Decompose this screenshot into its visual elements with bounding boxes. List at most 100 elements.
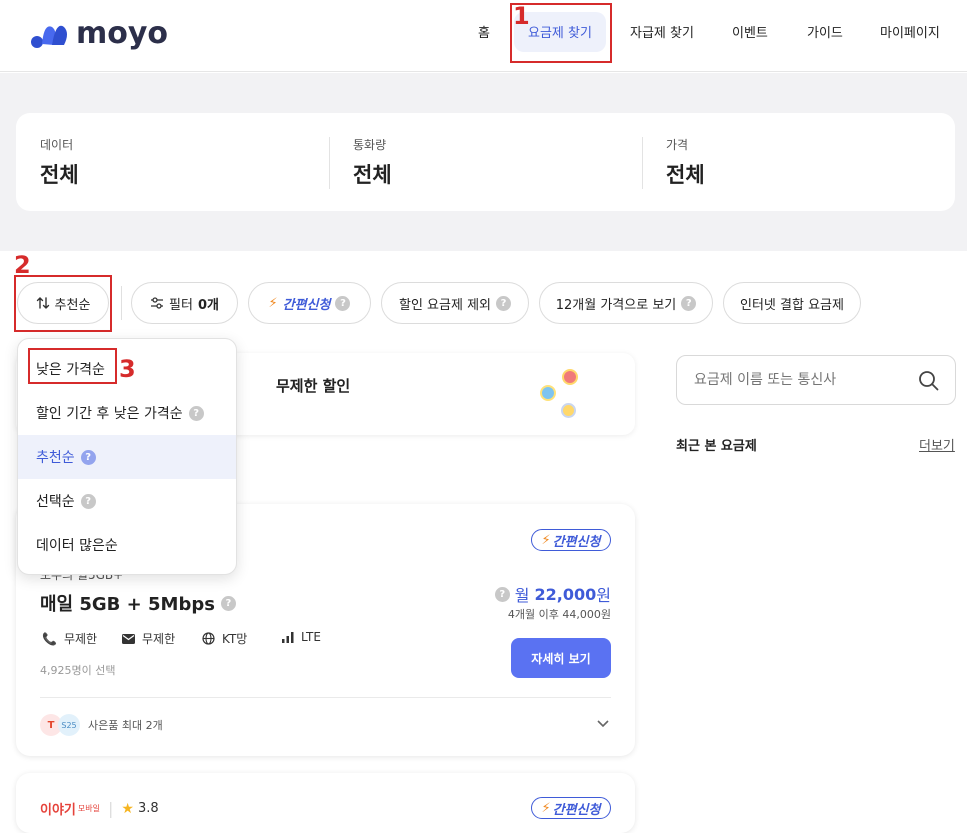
sort-option-label: 데이터 많은순 bbox=[36, 538, 118, 554]
price-value: 22,000 bbox=[534, 584, 597, 604]
data-filter-value: 전체 bbox=[40, 163, 79, 187]
chosen-count: 4,925명이 선택 bbox=[40, 664, 116, 677]
sort-option-label: 선택순 bbox=[36, 494, 75, 510]
spec-type: LTE bbox=[282, 630, 321, 644]
help-icon[interactable]: ? bbox=[335, 295, 351, 311]
carrier-logo-icon bbox=[562, 369, 578, 385]
nav-home[interactable]: 홈 bbox=[478, 22, 490, 41]
spec-sms: 무제한 bbox=[122, 630, 175, 647]
price-prefix: 월 bbox=[514, 586, 530, 605]
banner-text: 무제한 할인 bbox=[276, 377, 351, 395]
spec-network: KT망 bbox=[202, 630, 247, 647]
sort-option-label: 할인 기간 후 낮은 가격순 bbox=[36, 406, 183, 422]
internet-bundle-label: 인터넷 결합 요금제 bbox=[740, 297, 844, 313]
filter-count: 0개 bbox=[197, 297, 219, 313]
gift-text: 사은품 최대 2개 bbox=[88, 719, 163, 732]
star-icon: ★ bbox=[121, 800, 134, 817]
spec-network-value: KT망 bbox=[222, 632, 248, 646]
search-icon[interactable] bbox=[918, 370, 939, 391]
annotation-label-1: 1 bbox=[513, 2, 530, 30]
chevron-down-icon[interactable] bbox=[596, 719, 610, 729]
after-discount-price: 4개월 이후 44,000원 bbox=[507, 608, 611, 621]
signal-bars-icon bbox=[282, 632, 294, 643]
annotation-box-3 bbox=[28, 348, 117, 384]
twelve-month-chip[interactable]: 12개월 가격으로 보기 ? bbox=[539, 282, 713, 324]
easy-apply-badge: ⚡ 간편신청 bbox=[531, 529, 611, 551]
card-divider bbox=[40, 697, 611, 698]
sort-option-recommended[interactable]: 추천순 ? bbox=[18, 435, 236, 479]
sort-option-most-data[interactable]: 데이터 많은순 bbox=[18, 523, 236, 567]
price-filter-label: 가격 bbox=[666, 138, 689, 152]
nav-event[interactable]: 이벤트 bbox=[732, 22, 768, 41]
carrier-name: 이야기 bbox=[40, 803, 76, 818]
help-icon[interactable]: ? bbox=[188, 405, 204, 421]
price-unit: 원 bbox=[596, 586, 611, 605]
carrier-info: 이야기 모바일 | ★ 3.8 bbox=[40, 799, 159, 818]
talk-filter[interactable]: 통화량 전체 bbox=[353, 136, 392, 189]
easy-apply-label: 간편신청 bbox=[282, 297, 331, 313]
carrier-suffix: 모바일 bbox=[77, 804, 100, 813]
top-header: moyo 홈 요금제 찾기 자급제 찾기 이벤트 가이드 마이페이지 bbox=[0, 0, 967, 72]
filter-sliders-icon bbox=[151, 297, 164, 309]
help-icon[interactable]: ? bbox=[496, 295, 511, 311]
sort-option-most-chosen[interactable]: 선택순 ? bbox=[18, 479, 236, 523]
plan-card[interactable]: 이야기 모바일 | ★ 3.8 ⚡ 간편신청 bbox=[16, 773, 635, 833]
talk-filter-label: 통화량 bbox=[353, 138, 387, 152]
detail-button[interactable]: 자세히 보기 bbox=[511, 638, 611, 678]
annotation-label-3: 3 bbox=[119, 355, 136, 383]
phone-icon: 📞 bbox=[42, 631, 57, 646]
price-filter[interactable]: 가격 전체 bbox=[666, 136, 705, 189]
globe-icon bbox=[202, 632, 215, 645]
plan-search-box[interactable] bbox=[676, 355, 956, 405]
filter-divider bbox=[329, 137, 330, 189]
monthly-price: ? 월 22,000 원 bbox=[494, 582, 611, 606]
spec-sms-value: 무제한 bbox=[142, 632, 176, 646]
chip-divider bbox=[121, 286, 122, 320]
logo[interactable]: moyo bbox=[30, 16, 168, 51]
gift-row[interactable]: T S25 사은품 최대 2개 bbox=[40, 714, 163, 736]
nav-find-unlocked[interactable]: 자급제 찾기 bbox=[630, 22, 694, 41]
help-icon[interactable]: ? bbox=[80, 493, 96, 509]
plan-name: 매일 5GB + 5Mbps ? bbox=[40, 590, 236, 616]
nav-guide[interactable]: 가이드 bbox=[807, 22, 843, 41]
carrier-rating: 3.8 bbox=[137, 801, 159, 816]
twelve-month-label: 12개월 가격으로 보기 bbox=[555, 297, 677, 313]
sort-option-label: 추천순 bbox=[36, 450, 75, 466]
search-input[interactable] bbox=[677, 356, 917, 404]
price-filter-value: 전체 bbox=[666, 163, 705, 187]
help-icon[interactable]: ? bbox=[220, 595, 236, 611]
lightning-icon: ⚡ bbox=[268, 295, 278, 311]
help-icon[interactable]: ? bbox=[80, 449, 96, 465]
data-filter-label: 데이터 bbox=[40, 138, 74, 152]
logo-mark-icon bbox=[31, 25, 67, 48]
data-filter[interactable]: 데이터 전체 bbox=[40, 136, 79, 189]
spec-voice: 📞 무제한 bbox=[42, 630, 97, 647]
filter-divider bbox=[642, 137, 643, 189]
nav-mypage[interactable]: 마이페이지 bbox=[880, 22, 940, 41]
sort-option-after-discount[interactable]: 할인 기간 후 낮은 가격순 ? bbox=[18, 391, 236, 435]
more-link[interactable]: 더보기 bbox=[919, 435, 955, 454]
carrier-logo-icon bbox=[561, 403, 576, 418]
carrier-separator: | bbox=[107, 799, 114, 818]
lightning-icon: ⚡ bbox=[541, 532, 551, 548]
talk-filter-value: 전체 bbox=[353, 163, 392, 187]
easy-apply-chip[interactable]: ⚡ 간편신청 ? bbox=[248, 282, 371, 324]
annotation-box-2 bbox=[14, 275, 112, 332]
mail-icon bbox=[122, 633, 135, 644]
internet-bundle-chip[interactable]: 인터넷 결합 요금제 bbox=[723, 282, 861, 324]
exclude-discount-label: 할인 요금제 제외 bbox=[399, 297, 491, 313]
plan-name-text: 매일 5GB + 5Mbps bbox=[40, 594, 215, 615]
exclude-discount-chip[interactable]: 할인 요금제 제외 ? bbox=[381, 282, 529, 324]
filter-button[interactable]: 필터 0개 bbox=[131, 282, 238, 324]
easy-apply-badge-label: 간편신청 bbox=[552, 534, 601, 550]
lightning-icon: ⚡ bbox=[541, 800, 551, 816]
carrier-logo-icon bbox=[540, 385, 556, 401]
recent-plans-title: 최근 본 요금제 bbox=[676, 439, 757, 454]
spec-voice-value: 무제한 bbox=[63, 632, 98, 646]
help-icon[interactable]: ? bbox=[494, 586, 510, 602]
easy-apply-badge: ⚡ 간편신청 bbox=[531, 797, 611, 819]
help-icon[interactable]: ? bbox=[681, 295, 697, 311]
logo-text: moyo bbox=[76, 16, 169, 51]
gift-badge-s25: S25 bbox=[58, 714, 80, 736]
spec-type-value: LTE bbox=[301, 630, 321, 644]
